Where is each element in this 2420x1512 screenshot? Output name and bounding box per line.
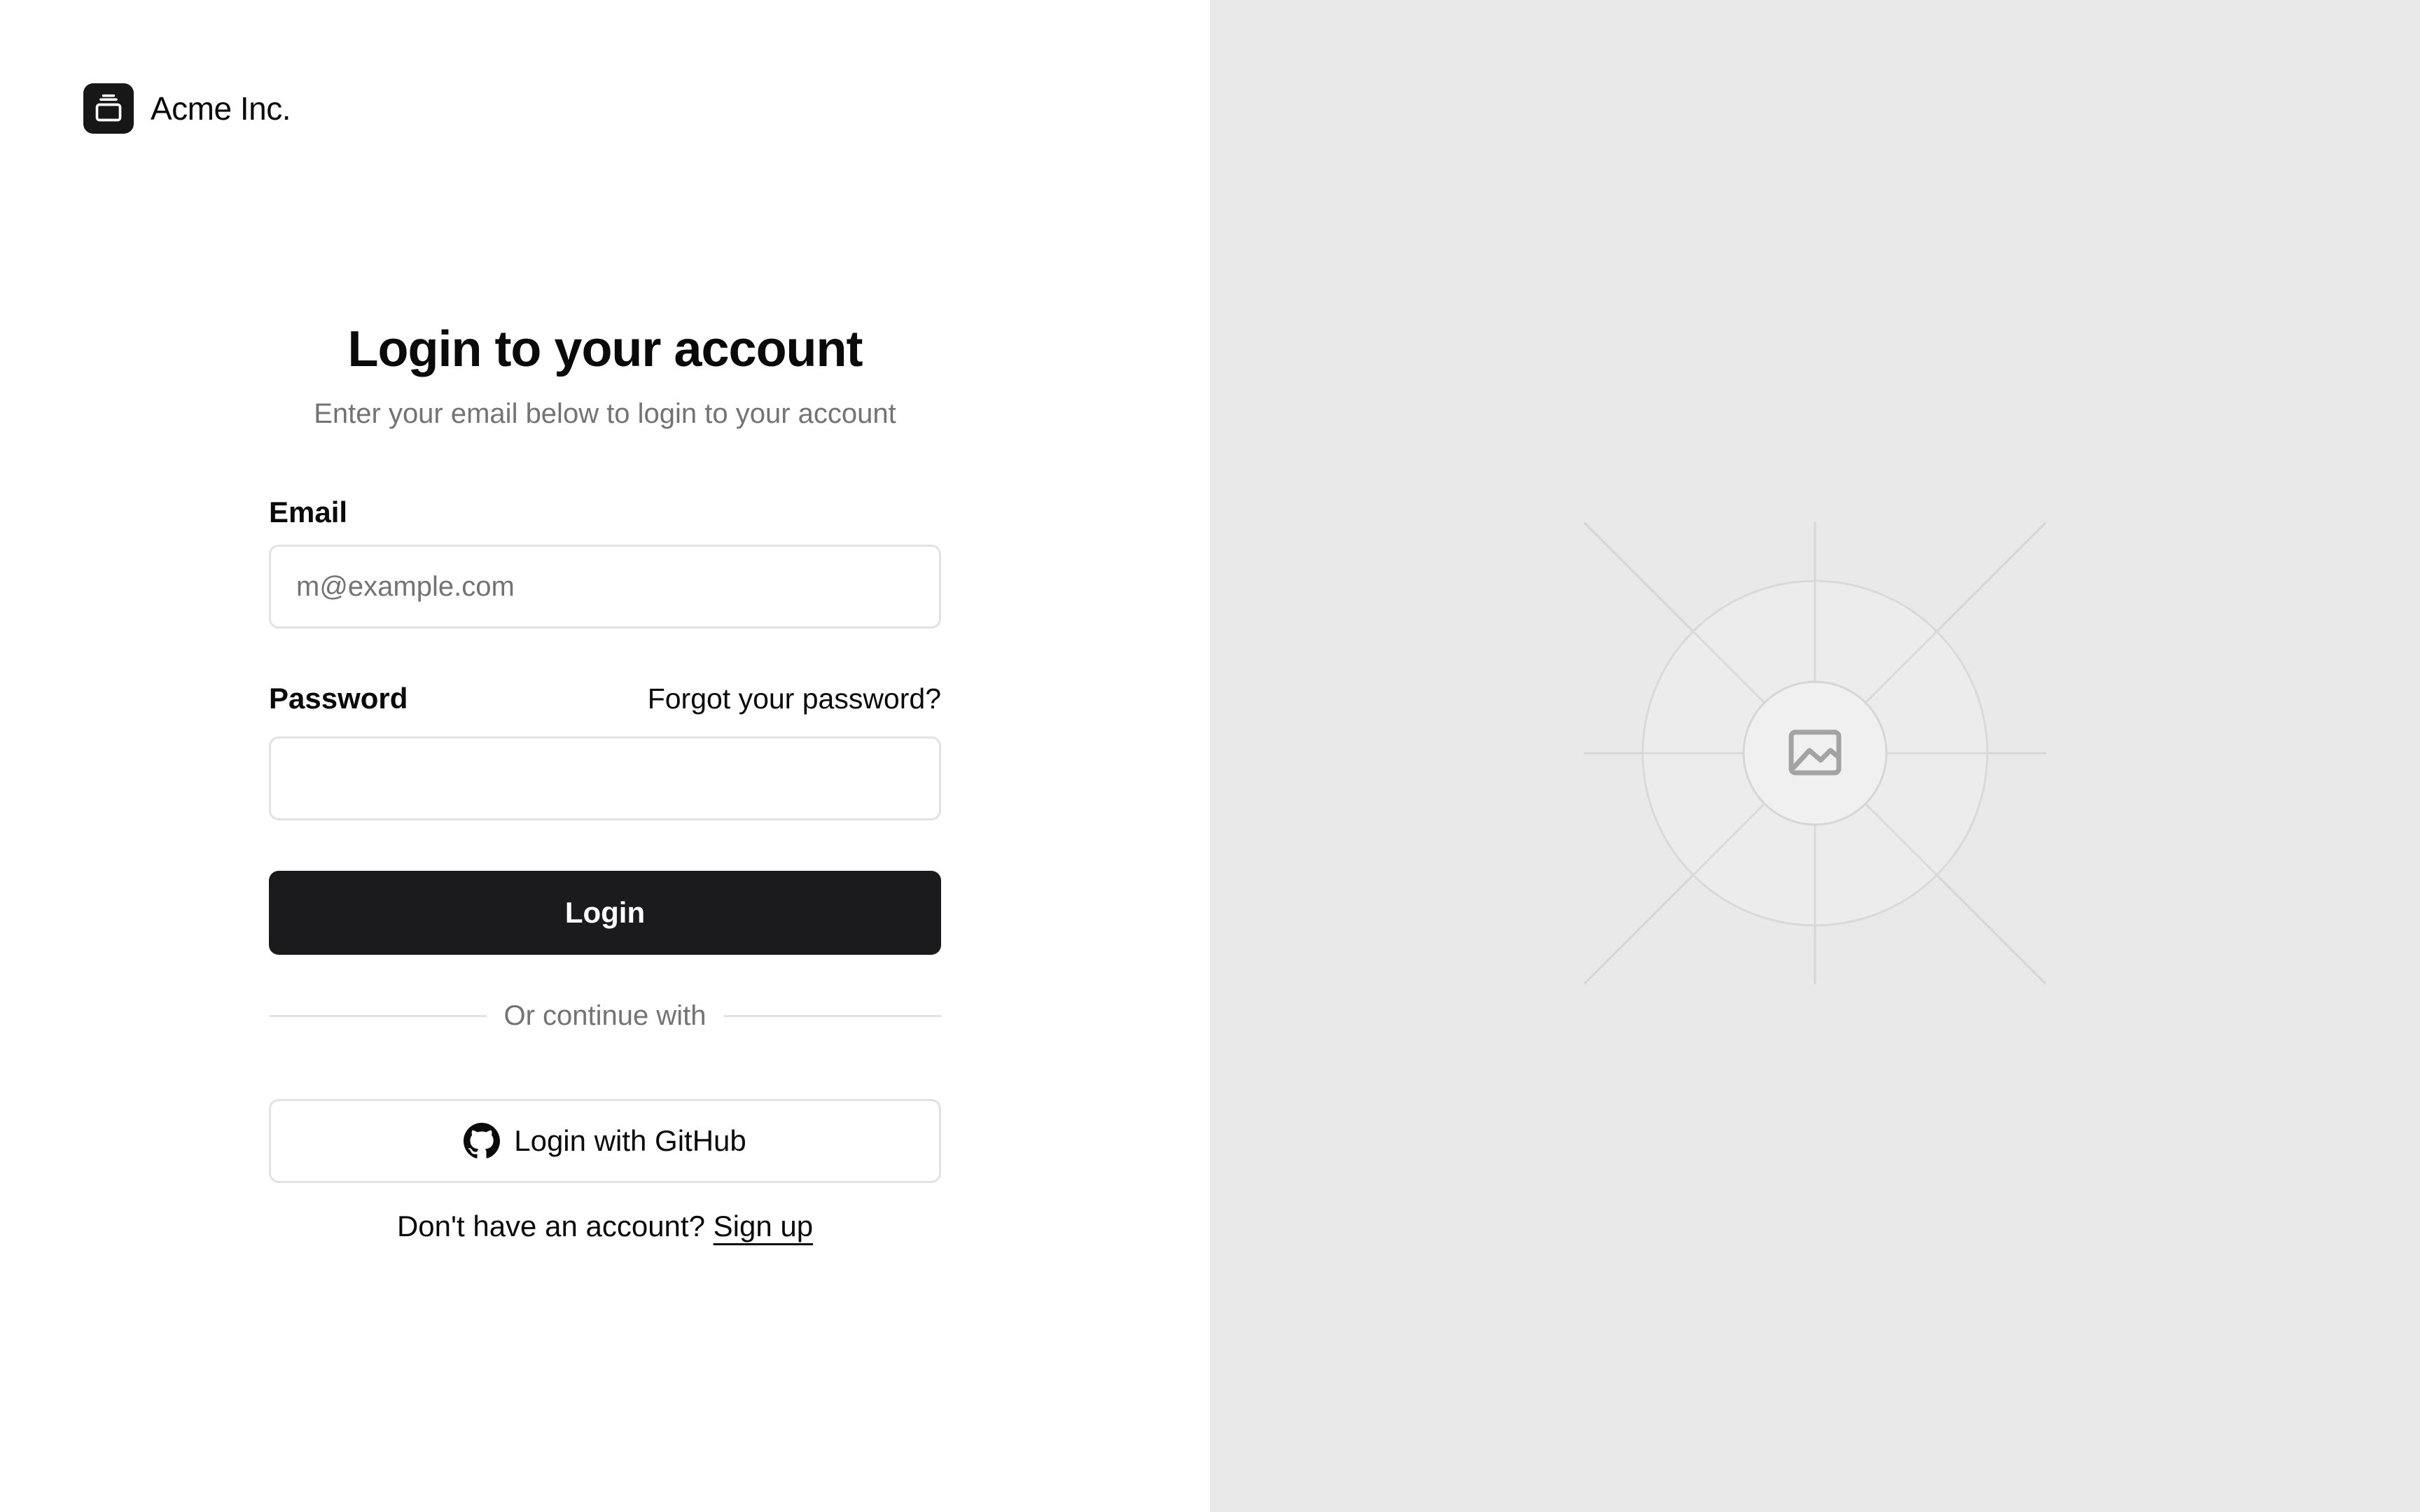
page-subtitle: Enter your email below to login to your …: [314, 398, 896, 430]
gallery-stack-icon: [83, 83, 134, 134]
password-label: Password: [269, 682, 408, 715]
password-field[interactable]: [269, 736, 941, 820]
divider-line-left: [269, 1014, 487, 1017]
brand[interactable]: Acme Inc.: [83, 83, 291, 134]
divider: Or continue with: [269, 998, 941, 1033]
login-form: Login to your account Enter your email b…: [269, 321, 941, 1242]
image-placeholder-icon: [1584, 522, 2046, 984]
email-field[interactable]: [269, 545, 941, 629]
email-label: Email: [269, 496, 348, 528]
password-label-row: Password Forgot your password?: [269, 682, 941, 715]
divider-text: Or continue with: [503, 1000, 707, 1031]
divider-line-right: [723, 1014, 941, 1017]
signup-row: Don't have an account? Sign up: [269, 1210, 941, 1243]
signup-link[interactable]: Sign up: [714, 1210, 813, 1242]
signup-prompt: Don't have an account?: [396, 1210, 705, 1242]
login-pane: Acme Inc. Login to your account Enter yo…: [0, 0, 1210, 1512]
github-button-label: Login with GitHub: [514, 1124, 746, 1157]
github-icon: [464, 1123, 501, 1159]
forgot-password-link[interactable]: Forgot your password?: [648, 682, 941, 715]
github-login-button[interactable]: Login with GitHub: [269, 1099, 941, 1183]
page-title: Login to your account: [347, 321, 863, 377]
login-button[interactable]: Login: [269, 871, 941, 955]
brand-name: Acme Inc.: [151, 90, 291, 127]
